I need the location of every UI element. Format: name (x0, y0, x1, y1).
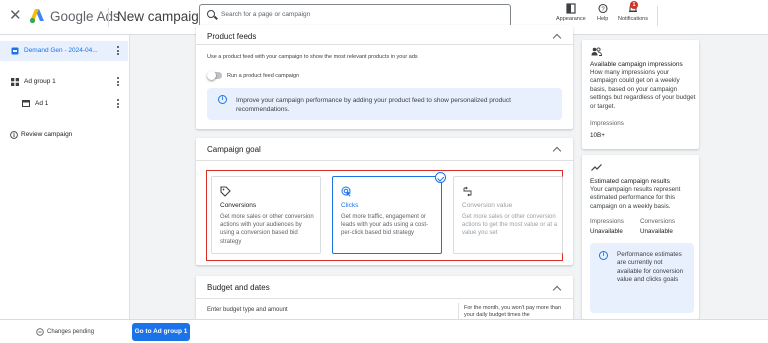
sidebar-item-campaign[interactable]: Demand Gen - 2024-04... (0, 41, 128, 61)
more-options-icon[interactable] (117, 99, 119, 108)
sidebar-item-label: Demand Gen - 2024-04... (24, 47, 98, 54)
info-text: Performance estimates are currently not … (617, 251, 684, 284)
sync-icon (36, 328, 44, 336)
sidebar-item-label: Ad 1 (35, 100, 49, 107)
goal-option-conversion-value[interactable]: Conversion value Get more sales or other… (453, 176, 563, 254)
search-input[interactable]: Search for a page or campaign (199, 4, 511, 27)
estimated-results-panel: Estimated campaign results Your campaign… (582, 155, 699, 319)
chevron-up-icon[interactable] (552, 285, 562, 295)
info-icon: i (218, 95, 227, 104)
panel-description: How many impressions your campaign could… (590, 69, 696, 110)
bottom-bar: Changes pending Go to Ad group 1 (0, 319, 768, 343)
search-icon (207, 10, 215, 18)
divider (196, 298, 573, 299)
page-title: New campaign (117, 9, 207, 24)
section-title: Campaign goal (207, 145, 261, 154)
sidebar-item-label: Review campaign (21, 131, 73, 138)
section-title: Budget and dates (207, 283, 270, 292)
metric-value: Unavailable (590, 228, 623, 235)
goal-description: Get more traffic, engagement or leads wi… (341, 214, 429, 237)
notification-badge: 1 (630, 1, 638, 9)
goal-title: Conversions (220, 202, 257, 209)
goal-description: Get more sales or other conversion actio… (462, 214, 558, 237)
google-ads-logo (29, 9, 44, 24)
info-banner: i Improve your campaign performance by a… (207, 88, 562, 120)
divider (196, 160, 573, 161)
divider (108, 8, 109, 27)
metric-value: Unavailable (640, 228, 673, 235)
sidebar-item-ad[interactable]: Ad 1 (0, 94, 128, 114)
brand-name: Google Ads (50, 9, 120, 24)
sidebar-item-label: Ad group 1 (24, 78, 56, 85)
info-icon: i (599, 251, 608, 260)
section-title: Product feeds (207, 32, 257, 41)
search-placeholder: Search for a page or campaign (221, 11, 311, 18)
help-button[interactable]: ? Help (597, 3, 608, 22)
status-text: Changes pending (47, 329, 95, 335)
budget-type-label: Enter budget type and amount (207, 307, 288, 313)
more-options-icon[interactable] (117, 77, 119, 86)
conversion-value-icon (463, 186, 472, 197)
help-label: Help (597, 16, 609, 22)
help-icon: ? (598, 3, 608, 14)
more-options-icon[interactable] (117, 46, 119, 55)
notifications-label: Notifications (618, 16, 648, 22)
available-impressions-panel: Available campaign impressions How many … (582, 40, 699, 149)
trending-icon (591, 164, 602, 171)
check-icon (435, 172, 446, 183)
metric-label: Impressions (590, 218, 624, 225)
appearance-label: Appearance (556, 16, 586, 22)
goal-description: Get more sales or other conversion actio… (220, 214, 314, 245)
sidebar-item-ad-group[interactable]: Ad group 1 (0, 72, 128, 92)
toggle-label: Run a product feed campaign (227, 73, 300, 79)
metric-label: Conversions (640, 218, 675, 225)
goal-option-conversions[interactable]: Conversions Get more sales or other conv… (211, 176, 321, 254)
product-feeds-card: Product feeds Use a product feed with yo… (196, 25, 573, 129)
budget-note: For the month, you won't pay more than y… (464, 305, 562, 318)
goal-title: Conversion value (462, 202, 513, 209)
cursor-click-icon (341, 186, 351, 197)
product-feed-toggle[interactable] (207, 71, 222, 80)
info-banner: i Performance estimates are currently no… (590, 243, 694, 313)
tag-icon (220, 186, 231, 197)
campaign-icon (11, 47, 19, 55)
appearance-icon (566, 3, 576, 14)
info-text: Improve your campaign performance by add… (236, 97, 511, 113)
chevron-up-icon[interactable] (552, 146, 562, 156)
metric-value: 10B+ (590, 132, 605, 139)
left-navigation: Demand Gen - 2024-04... Ad group 1 Ad 1 … (0, 35, 130, 343)
people-icon (591, 47, 602, 56)
goal-title: Clicks (341, 202, 359, 209)
info-icon (10, 131, 18, 139)
close-icon[interactable]: ✕ (9, 8, 22, 23)
notifications-button[interactable]: 1 Notifications (618, 1, 648, 22)
ad-group-icon (11, 78, 19, 86)
goal-option-clicks[interactable]: Clicks Get more traffic, engagement or l… (332, 172, 446, 254)
panel-description: Your campaign results represent estimate… (590, 186, 681, 210)
ad-icon (22, 100, 30, 107)
sidebar-item-review[interactable]: Review campaign (0, 125, 128, 145)
next-button[interactable]: Go to Ad group 1 (132, 323, 190, 341)
divider (196, 44, 573, 45)
metric-label: Impressions (590, 120, 624, 127)
appearance-button[interactable]: Appearance (556, 3, 586, 22)
campaign-goal-card: Campaign goal Conversions Get more sales… (196, 138, 573, 265)
chevron-up-icon[interactable] (552, 33, 562, 43)
divider (657, 6, 658, 26)
product-feeds-description: Use a product feed with your campaign to… (207, 54, 418, 60)
